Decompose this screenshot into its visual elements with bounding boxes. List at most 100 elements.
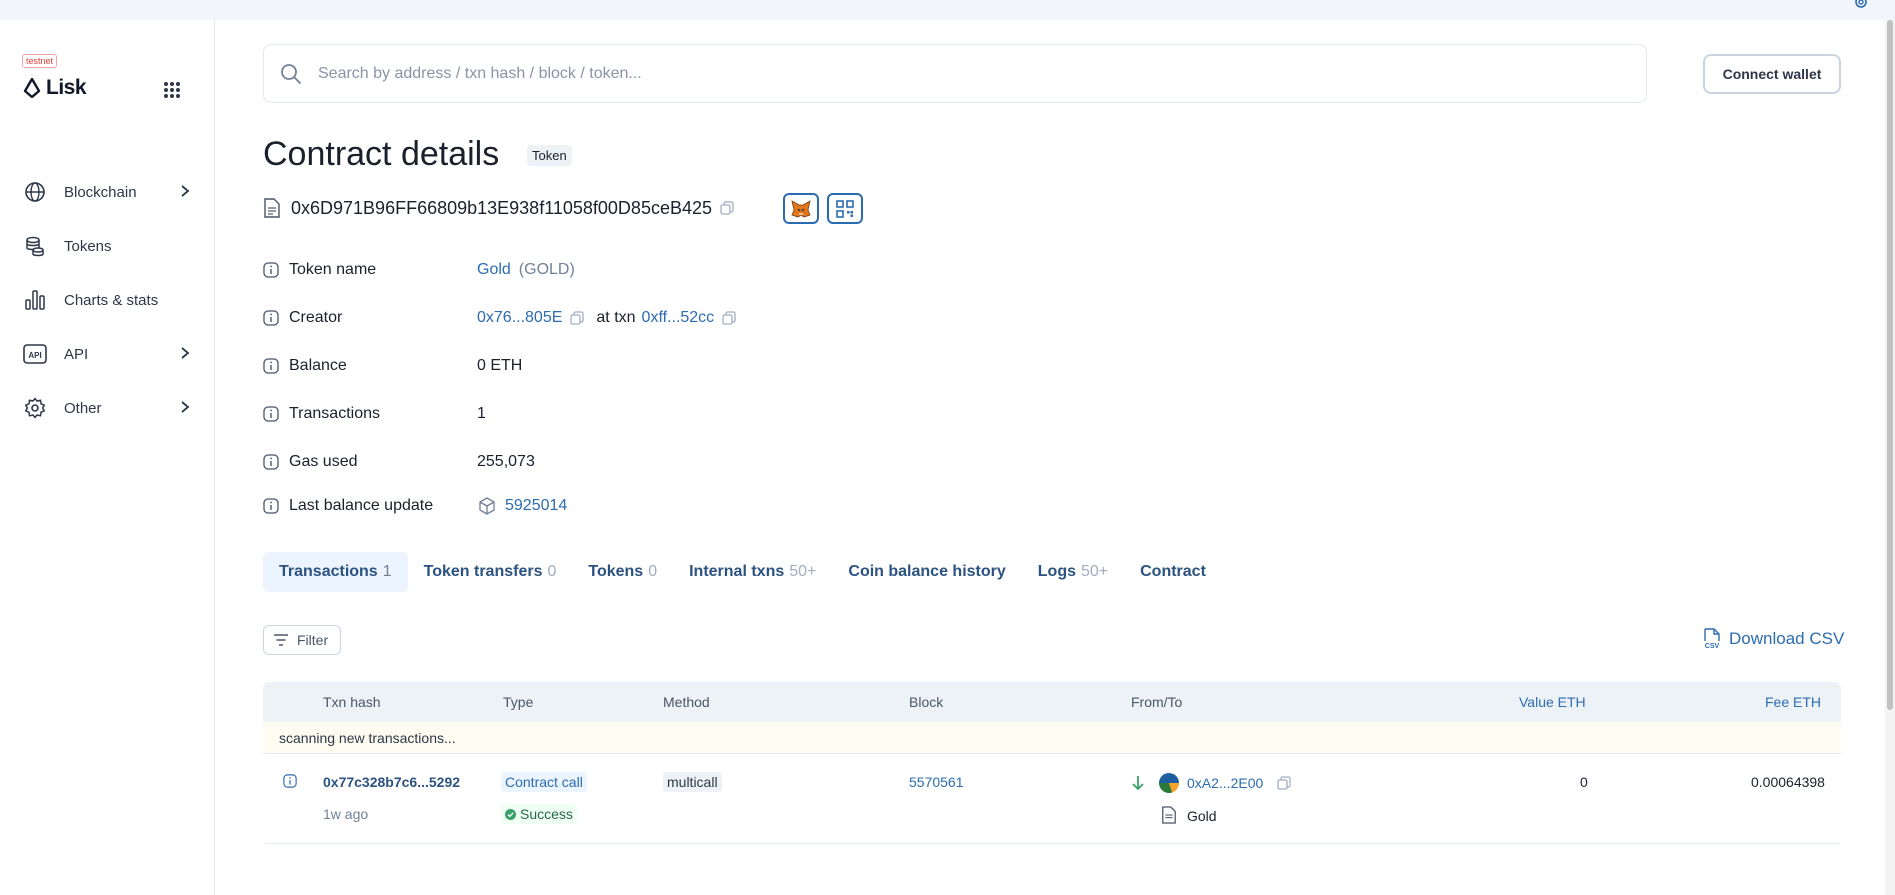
tab-count: 50+ [1080, 563, 1109, 580]
sidebar-nav: Blockchain Tokens Charts & stats API API… [22, 165, 192, 435]
apps-grid-icon[interactable] [160, 78, 184, 102]
tab-internal-txns[interactable]: Internal txns 50+ [673, 552, 832, 592]
logo[interactable]: Lisk [22, 76, 87, 100]
info-icon[interactable] [263, 454, 279, 470]
block-cube-icon [479, 497, 495, 515]
last-balance-block-link[interactable]: 5925014 [505, 497, 567, 515]
txn-status-tag: Success [501, 804, 577, 824]
chevron-right-icon [181, 185, 190, 197]
tab-coin-balance-history[interactable]: Coin balance history [832, 552, 1021, 592]
at-txn-text: at txn [596, 309, 636, 326]
settings-gear-icon[interactable] [1853, 0, 1869, 10]
page-title: Contract details [263, 135, 500, 173]
contract-document-icon [1162, 806, 1176, 824]
sidebar-item-other[interactable]: Other [22, 381, 192, 435]
bar-chart-icon [22, 287, 48, 313]
table-header: Txn hash Type Method Block From/To Value… [263, 682, 1841, 722]
search-input[interactable] [318, 64, 1518, 83]
sidebar-item-label: Tokens [64, 237, 112, 255]
metamask-fox-icon [791, 199, 811, 217]
tab-label: Tokens [588, 563, 644, 580]
tab-token-transfers[interactable]: Token transfers 0 [408, 552, 573, 592]
tab-label: Coin balance history [848, 563, 1006, 580]
tab-label: Transactions [279, 563, 378, 580]
sidebar-item-api[interactable]: API API [22, 327, 192, 381]
info-icon[interactable] [283, 774, 297, 788]
address-avatar [1159, 773, 1179, 793]
lisk-logo-icon [23, 78, 41, 98]
tab-transactions[interactable]: Transactions 1 [263, 552, 408, 592]
detail-gas-used: Gas used 255,073 [263, 447, 1163, 477]
detail-last-balance-update: Last balance update 5925014 [263, 491, 1163, 521]
info-icon[interactable] [263, 406, 279, 422]
copy-icon[interactable] [722, 311, 736, 325]
network-badge: testnet [22, 54, 58, 68]
column-header-txn-hash: Txn hash [323, 694, 381, 710]
txn-value: 0 [1580, 774, 1588, 790]
tab-contract[interactable]: Contract [1124, 552, 1222, 592]
txn-fee: 0.00064398 [1751, 774, 1825, 790]
chevron-right-icon [181, 347, 190, 359]
qr-code-icon [836, 199, 854, 218]
column-header-value[interactable]: Value ETH [1519, 694, 1586, 710]
tab-label: Contract [1140, 563, 1206, 580]
sidebar-item-blockchain[interactable]: Blockchain [22, 165, 192, 219]
tab-logs[interactable]: Logs 50+ [1022, 552, 1124, 592]
gas-used-value: 255,073 [477, 453, 535, 470]
contract-tabs: Transactions 1 Token transfers 0 Tokens … [263, 552, 1222, 592]
sidebar-item-tokens[interactable]: Tokens [22, 219, 192, 273]
download-csv-link[interactable]: CSV Download CSV [1703, 628, 1844, 650]
info-icon[interactable] [263, 310, 279, 326]
tab-tokens[interactable]: Tokens 0 [572, 552, 673, 592]
qr-code-button[interactable] [827, 193, 863, 224]
sidebar-item-label: Other [64, 399, 102, 417]
info-icon[interactable] [263, 262, 279, 278]
info-icon[interactable] [263, 498, 279, 514]
creator-address-link[interactable]: 0x76...805E [477, 309, 562, 327]
incoming-arrow-icon [1132, 776, 1144, 791]
copy-icon[interactable] [720, 201, 734, 215]
search-bar [263, 44, 1647, 103]
filter-icon [274, 634, 288, 646]
detail-label: Balance [289, 357, 347, 374]
scrollbar-thumb[interactable] [1887, 20, 1893, 710]
balance-value: 0 ETH [477, 357, 523, 374]
connect-wallet-button[interactable]: Connect wallet [1703, 54, 1841, 94]
page-scrollbar[interactable] [1885, 20, 1895, 895]
info-icon[interactable] [263, 358, 279, 374]
token-name-link[interactable]: Gold [477, 261, 511, 279]
column-header-type: Type [503, 694, 534, 710]
success-check-icon [505, 808, 516, 820]
gear-icon [22, 395, 48, 421]
detail-label: Transactions [289, 405, 380, 422]
chevron-right-icon [181, 401, 190, 413]
from-address-link[interactable]: 0xA2...2E00 [1187, 775, 1263, 791]
column-header-fee[interactable]: Fee ETH [1765, 694, 1821, 710]
tab-count: 0 [547, 563, 557, 580]
add-to-metamask-button[interactable] [783, 193, 819, 224]
download-csv-label: Download CSV [1729, 629, 1845, 648]
token-symbol: (GOLD) [518, 261, 575, 278]
transactions-count-link[interactable]: 1 [477, 405, 486, 423]
to-contract-name[interactable]: Gold [1187, 808, 1217, 824]
copy-icon[interactable] [1277, 776, 1291, 790]
copy-icon[interactable] [570, 311, 585, 325]
txn-block-link[interactable]: 5570561 [909, 774, 964, 790]
tab-label: Token transfers [423, 563, 543, 580]
tab-label: Logs [1037, 563, 1076, 580]
detail-token-name: Token name Gold (GOLD) [263, 255, 1163, 285]
column-header-method: Method [663, 694, 710, 710]
coins-icon [22, 233, 48, 259]
svg-text:API: API [28, 351, 41, 360]
sidebar-item-label: Blockchain [64, 183, 137, 201]
top-strip [0, 0, 1895, 20]
sidebar-item-charts-stats[interactable]: Charts & stats [22, 273, 192, 327]
txn-hash-link[interactable]: 0x77c328b7c6...5292 [323, 774, 460, 790]
filter-button[interactable]: Filter [263, 625, 341, 655]
scanning-notice: scanning new transactions... [263, 722, 1841, 754]
detail-label: Gas used [289, 453, 358, 470]
creator-txn-link[interactable]: 0xff...52cc [642, 309, 715, 327]
txn-status-label: Success [520, 806, 573, 822]
sidebar-item-label: Charts & stats [64, 291, 159, 309]
contract-address-row: 0x6D971B96FF66809b13E938f11058f00D85ceB4… [263, 193, 734, 223]
